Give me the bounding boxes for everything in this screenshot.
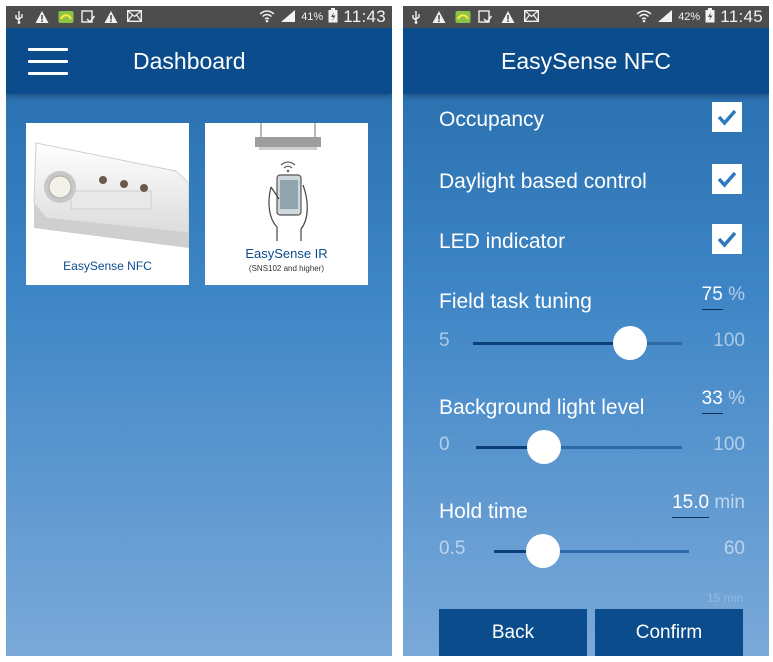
background-light-slider[interactable]: [476, 430, 682, 464]
partial-next-value: 15 min: [706, 591, 743, 605]
daylight-control-checkbox[interactable]: [712, 164, 742, 194]
slider-label: Background light level: [439, 396, 645, 419]
page-title: Dashboard: [133, 48, 246, 74]
slider-value-number: 15.0: [672, 492, 710, 518]
option-occupancy: Occupancy: [439, 102, 745, 142]
back-button[interactable]: Back: [439, 609, 587, 656]
option-label: Daylight based control: [439, 170, 647, 193]
option-label: LED indicator: [439, 230, 566, 253]
battery-icon: [328, 8, 338, 26]
option-led-indicator: LED indicator: [439, 224, 745, 264]
battery-icon: [705, 8, 715, 26]
warning-icon: [104, 10, 118, 24]
signal-icon: [280, 9, 296, 26]
dashboard-screen: 41% 11:43 Dashboard EasySense NFC EasySe…: [6, 6, 392, 656]
tile-label: EasySense NFC: [63, 259, 152, 273]
slider-fill: [473, 342, 630, 345]
easysense-nfc-device-image: [26, 123, 189, 248]
slider-min: 0: [439, 434, 450, 455]
slider-value: 75 %: [701, 284, 745, 310]
menu-icon[interactable]: [28, 48, 68, 76]
slider-value-number: 33: [701, 388, 723, 414]
easysense-ir-phone-illustration: [205, 123, 368, 241]
download-done-icon: [478, 10, 493, 24]
wifi-icon: [636, 9, 652, 26]
field-task-slider[interactable]: [473, 326, 682, 360]
slider-label: Field task tuning: [439, 290, 592, 313]
status-bar: 42% 11:45: [403, 6, 769, 28]
check-icon: [717, 231, 737, 248]
slider-max: 100: [713, 434, 745, 455]
option-label: Occupancy: [439, 108, 545, 131]
clock: 11:45: [720, 7, 763, 26]
hold-time-setting: Hold time 15.0 min 0.5 60: [439, 490, 745, 570]
tile-sublabel: (SNS102 and higher): [248, 264, 325, 273]
app-bar: EasySense NFC: [403, 28, 769, 94]
page-title: EasySense NFC: [500, 48, 671, 74]
usb-icon: [12, 10, 26, 24]
download-done-icon: [81, 10, 96, 24]
slider-value-unit: %: [728, 284, 745, 305]
warning-icon: [35, 10, 49, 24]
background-light-level-setting: Background light level 33 % 0 100: [439, 388, 745, 468]
field-task-tuning-setting: Field task tuning 75 % 5 100: [439, 284, 745, 364]
slider-label: Hold time: [439, 500, 528, 523]
led-indicator-checkbox[interactable]: [712, 224, 742, 254]
occupancy-checkbox[interactable]: [712, 102, 742, 132]
mail-icon: [523, 9, 540, 24]
slider-max: 60: [723, 538, 745, 559]
warning-icon: [501, 10, 515, 24]
slider-value: 33 %: [701, 388, 745, 414]
tile-easysense-nfc[interactable]: EasySense NFC: [26, 123, 189, 285]
notification-app-icon: [455, 10, 471, 24]
check-icon: [717, 109, 737, 126]
clock: 11:43: [343, 7, 386, 26]
app-bar: Dashboard: [6, 28, 392, 94]
slider-value: 15.0 min: [672, 492, 745, 518]
slider-value-number: 75: [701, 284, 723, 310]
battery-percent: 42%: [678, 11, 701, 23]
slider-value-unit: min: [714, 492, 745, 513]
battery-percent: 41%: [301, 11, 324, 23]
tile-easysense-ir[interactable]: EasySense IR (SNS102 and higher): [205, 123, 368, 285]
wifi-icon: [259, 9, 275, 26]
mail-icon: [126, 9, 143, 24]
slider-value-unit: %: [728, 388, 745, 409]
slider-min: 0.5: [439, 538, 466, 559]
tile-label: EasySense IR: [245, 246, 328, 261]
check-icon: [717, 171, 737, 188]
slider-min: 5: [439, 330, 450, 351]
slider-thumb[interactable]: [612, 326, 647, 360]
notification-app-icon: [58, 10, 74, 24]
option-daylight-control: Daylight based control: [439, 164, 745, 204]
slider-thumb[interactable]: [525, 534, 560, 568]
warning-icon: [432, 10, 446, 24]
signal-icon: [657, 9, 673, 26]
usb-icon: [409, 10, 423, 24]
slider-max: 100: [713, 330, 745, 351]
confirm-button[interactable]: Confirm: [595, 609, 743, 656]
slider-thumb[interactable]: [526, 430, 561, 464]
hold-time-slider[interactable]: [494, 534, 689, 568]
easysense-nfc-screen: 42% 11:45 EasySense NFC Occupancy Daylig…: [403, 6, 769, 656]
status-bar: 41% 11:43: [6, 6, 392, 28]
